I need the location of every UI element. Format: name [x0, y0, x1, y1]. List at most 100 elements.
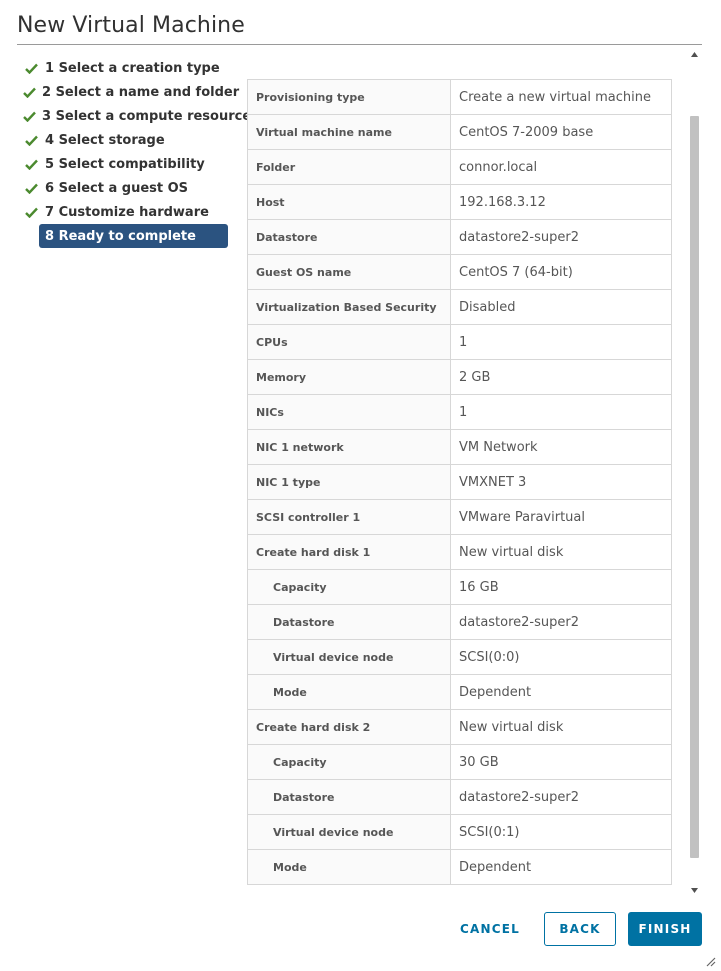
checkmark-icon — [23, 156, 39, 172]
row-value: 2 GB — [450, 359, 672, 395]
row-value: CentOS 7-2009 base — [450, 114, 672, 150]
row-key: Guest OS name — [247, 254, 451, 290]
scroll-up-arrow-icon[interactable] — [688, 48, 701, 60]
row-value: SCSI(0:0) — [450, 639, 672, 675]
finish-button[interactable]: FINISH — [628, 912, 702, 946]
row-key: Capacity — [247, 744, 451, 780]
title-divider — [17, 44, 702, 45]
resize-grip-icon[interactable] — [706, 952, 716, 967]
step-label: 5 Select compatibility — [45, 156, 205, 172]
row-key: Folder — [247, 149, 451, 185]
table-row: Mode Dependent — [247, 849, 672, 885]
row-key: Provisioning type — [247, 79, 451, 115]
row-value: VM Network — [450, 429, 672, 465]
table-row: Datastore datastore2-super2 — [247, 779, 672, 815]
row-value: Dependent — [450, 674, 672, 710]
row-value: 16 GB — [450, 569, 672, 605]
row-key: SCSI controller 1 — [247, 499, 451, 535]
row-key: NICs — [247, 394, 451, 430]
table-row: Capacity 16 GB — [247, 569, 672, 605]
row-key: Virtual device node — [247, 639, 451, 675]
table-row: Mode Dependent — [247, 674, 672, 710]
summary-table: Provisioning type Create a new virtual ma… — [247, 79, 672, 885]
row-key: Datastore — [247, 604, 451, 640]
row-key: Create hard disk 2 — [247, 709, 451, 745]
row-value: New virtual disk — [450, 534, 672, 570]
step-label: 7 Customize hardware — [45, 204, 209, 220]
table-row: Create hard disk 2 New virtual disk — [247, 709, 672, 745]
row-value: New virtual disk — [450, 709, 672, 745]
row-value: 192.168.3.12 — [450, 184, 672, 220]
table-row: Virtual device node SCSI(0:1) — [247, 814, 672, 850]
table-row: Capacity 30 GB — [247, 744, 672, 780]
table-row: Virtual device node SCSI(0:0) — [247, 639, 672, 675]
scroll-down-arrow-icon[interactable] — [688, 884, 701, 896]
step-5[interactable]: 5 Select compatibility — [23, 152, 229, 176]
row-value: Dependent — [450, 849, 672, 885]
table-row: CPUs 1 — [247, 324, 672, 360]
row-value: 30 GB — [450, 744, 672, 780]
row-key: Datastore — [247, 219, 451, 255]
row-key: Virtualization Based Security — [247, 289, 451, 325]
step-6[interactable]: 6 Select a guest OS — [23, 176, 229, 200]
row-value: VMware Paravirtual — [450, 499, 672, 535]
table-row: Folder connor.local — [247, 149, 672, 185]
checkmark-icon — [23, 180, 39, 196]
checkmark-icon — [23, 84, 36, 100]
step-label: 3 Select a compute resource — [42, 108, 252, 124]
row-value: datastore2-super2 — [450, 779, 672, 815]
row-key: CPUs — [247, 324, 451, 360]
row-key: Mode — [247, 849, 451, 885]
cancel-button[interactable]: CANCEL — [450, 912, 530, 946]
table-row: Virtual machine name CentOS 7-2009 base — [247, 114, 672, 150]
step-4[interactable]: 4 Select storage — [23, 128, 229, 152]
row-key: Host — [247, 184, 451, 220]
table-row: Guest OS name CentOS 7 (64-bit) — [247, 254, 672, 290]
row-value: SCSI(0:1) — [450, 814, 672, 850]
table-row: NIC 1 network VM Network — [247, 429, 672, 465]
row-key: NIC 1 type — [247, 464, 451, 500]
table-row: Datastore datastore2-super2 — [247, 219, 672, 255]
wizard-steps: 1 Select a creation type 2 Select a name… — [23, 56, 251, 248]
step-label: 8 Ready to complete — [45, 228, 196, 244]
table-row: NICs 1 — [247, 394, 672, 430]
row-key: Capacity — [247, 569, 451, 605]
row-key: Datastore — [247, 779, 451, 815]
step-label: 6 Select a guest OS — [45, 180, 189, 196]
row-value: Create a new virtual machine — [450, 79, 672, 115]
checkmark-icon — [23, 204, 39, 220]
row-value: Disabled — [450, 289, 672, 325]
checkmark-icon — [23, 132, 39, 148]
row-value: CentOS 7 (64-bit) — [450, 254, 672, 290]
step-7[interactable]: 7 Customize hardware — [23, 200, 229, 224]
row-value: VMXNET 3 — [450, 464, 672, 500]
step-2[interactable]: 2 Select a name and folder — [23, 80, 239, 104]
row-key: Mode — [247, 674, 451, 710]
step-label: 4 Select storage — [45, 132, 165, 148]
row-key: NIC 1 network — [247, 429, 451, 465]
row-key: Virtual device node — [247, 814, 451, 850]
table-row: NIC 1 type VMXNET 3 — [247, 464, 672, 500]
row-value: 1 — [450, 394, 672, 430]
row-value: datastore2-super2 — [450, 604, 672, 640]
step-label: 1 Select a creation type — [45, 60, 220, 76]
table-row: SCSI controller 1 VMware Paravirtual — [247, 499, 672, 535]
row-value: connor.local — [450, 149, 672, 185]
row-key: Create hard disk 1 — [247, 534, 451, 570]
back-button[interactable]: BACK — [544, 912, 616, 946]
row-key: Memory — [247, 359, 451, 395]
table-row: Datastore datastore2-super2 — [247, 604, 672, 640]
step-8-current[interactable]: 8 Ready to complete — [39, 224, 228, 248]
step-label: 2 Select a name and folder — [42, 84, 240, 100]
table-row: Provisioning type Create a new virtual ma… — [247, 79, 672, 115]
scrollbar-thumb[interactable] — [690, 116, 699, 858]
row-key: Virtual machine name — [247, 114, 451, 150]
table-row: Host 192.168.3.12 — [247, 184, 672, 220]
table-row: Memory 2 GB — [247, 359, 672, 395]
checkmark-icon — [23, 60, 39, 76]
step-1[interactable]: 1 Select a creation type — [23, 56, 229, 80]
step-3[interactable]: 3 Select a compute resource — [23, 104, 251, 128]
table-row: Virtualization Based Security Disabled — [247, 289, 672, 325]
row-value: 1 — [450, 324, 672, 360]
vertical-scrollbar[interactable] — [688, 46, 701, 898]
